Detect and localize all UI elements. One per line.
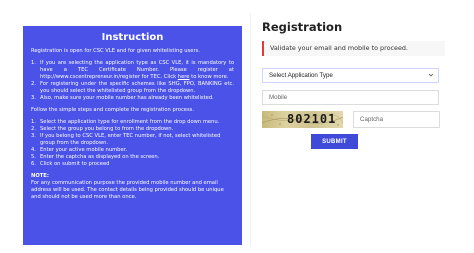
step-text: Enter the captcha as displayed on the sc… [40,154,160,160]
step-item: 6. Click on submit to proceed [31,161,234,168]
steps-list: 1. Select the application type for enrol… [31,119,234,168]
instruction-item-number: 3. [31,95,36,101]
step-number: 5. [31,154,36,160]
step-item: 3. If you belong to CSC VLE, enter TEC n… [31,133,234,147]
instruction-item-text: Also, make sure your mobile number has a… [40,95,214,101]
instruction-title: Instruction [101,32,164,43]
note-heading: NOTE: [31,173,49,179]
instruction-panel: Instruction Registration is open for CSC… [23,26,242,245]
steps-heading: Follow the simple steps and complete the… [31,107,195,113]
step-number: 1. [31,119,36,125]
step-item: 1. Select the application type for enrol… [31,119,234,126]
step-text: Select the group you belong to from the … [40,126,174,132]
step-number: 4. [31,147,36,153]
instruction-intro: Registration is open for CSC VLE and for… [31,48,200,54]
step-item: 5. Enter the captcha as displayed on the… [31,154,234,161]
note-text: For any communication purpose the provid… [31,180,224,200]
step-text: If you belong to CSC VLE, enter TEC numb… [40,133,221,146]
instruction-item: 3. Also, make sure your mobile number ha… [31,95,234,102]
step-item: 2. Select the group you belong to from t… [31,126,234,133]
step-number: 6. [31,161,36,167]
registration-page: Instruction Registration is open for CSC… [0,0,474,253]
instruction-item-1-after: to know more. [191,74,229,80]
registration-title: Registration [262,20,343,34]
instruction-item-text: For registering under the specific schem… [40,81,234,94]
captcha-image: 802101 [262,111,343,128]
instruction-item-number: 2. [31,81,36,87]
captcha-input[interactable] [353,111,440,128]
validation-alert: Validate your email and mobile to procee… [262,41,445,56]
instruction-item-text: If you are selecting the application typ… [40,60,234,81]
mobile-input[interactable] [262,90,439,105]
step-text: Enter your active mobile number. [40,147,127,153]
instruction-item: 1. If you are selecting the application … [31,60,234,81]
chevron-down-icon [428,73,434,77]
submit-button[interactable]: SUBMIT [311,134,358,149]
application-type-selected: Select Application Type [269,72,333,79]
instruction-item: 2. For registering under the specific sc… [31,81,234,95]
step-text: Click on submit to proceed [40,161,110,167]
instruction-list: 1. If you are selecting the application … [31,60,234,102]
application-type-select[interactable]: Select Application Type [262,68,439,83]
step-number: 2. [31,126,36,132]
step-number: 3. [31,133,36,139]
step-text: Select the application type for enrollme… [40,119,220,125]
here-link[interactable]: here [178,74,190,80]
registration-panel: Registration Validate your email and mob… [250,13,446,245]
captcha-code: 802101 [287,112,337,126]
instruction-item-number: 1. [31,60,36,66]
step-item: 4. Enter your active mobile number. [31,147,234,154]
